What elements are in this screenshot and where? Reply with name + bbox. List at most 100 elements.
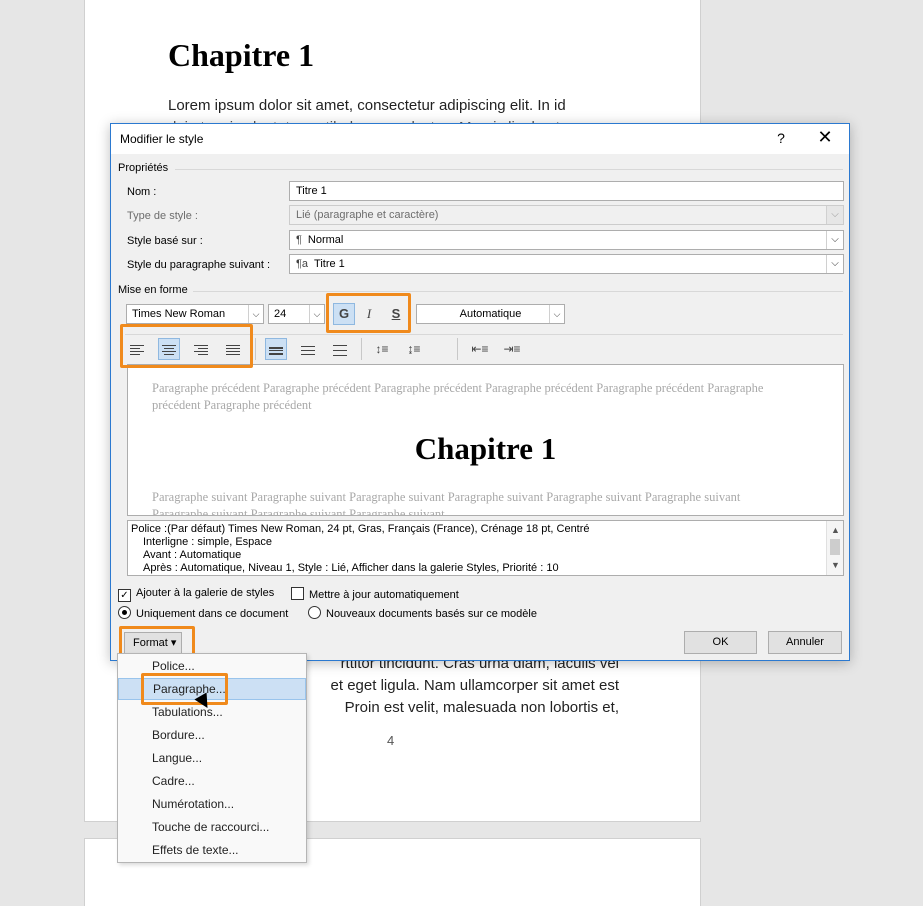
toolbar-separator [457,338,458,360]
format-button[interactable]: Format ▾ [124,632,182,655]
description-line: Interligne : simple, Espace [143,536,273,548]
page-number: 4 [387,733,395,748]
space-after-button[interactable]: ↨≡ [403,338,425,360]
format-section-label: Mise en forme [118,284,188,296]
justify-button[interactable] [222,338,244,360]
paragraph-mark-icon: ¶ [296,234,302,246]
menu-item-effets-texte[interactable]: Effets de texte... [118,839,306,861]
font-color-select[interactable]: Automatique ⌵ [416,304,565,324]
chevron-down-icon[interactable]: ⌵ [826,231,843,249]
format-menu: Police... Paragraphe... Tabulations... B… [117,653,307,863]
justify-icon [226,344,240,356]
chevron-down-icon[interactable]: ⌵ [549,305,564,323]
toolbar-separator [255,338,256,360]
single-spacing-button[interactable] [265,338,287,360]
add-to-gallery-checkbox[interactable]: ✓ Ajouter à la galerie de styles [118,587,274,602]
dialog-titlebar[interactable]: Modifier le style ? ✕ [111,124,849,154]
toolbar-separator [361,338,362,360]
chevron-down-icon[interactable]: ⌵ [309,305,324,323]
new-documents-label: Nouveaux documents basés sur ce modèle [326,608,537,620]
chevron-down-icon[interactable]: ⌵ [826,255,843,273]
document-heading: Chapitre 1 [168,37,315,73]
chevron-down-icon: ⌵ [826,206,843,224]
increase-spacing-icon: ↕≡ [375,342,389,356]
cancel-button[interactable]: Annuler [768,631,842,654]
increase-indent-button[interactable]: ⇥≡ [501,338,523,360]
next-style-label: Style du paragraphe suivant : [127,259,271,271]
new-documents-radio[interactable]: Nouveaux documents basés sur ce modèle [308,606,537,620]
only-document-radio[interactable]: Uniquement dans ce document [118,606,288,620]
align-right-icon [194,344,208,356]
properties-section-label: Propriétés [118,162,169,174]
description-line: Avant : Automatique [143,549,242,561]
align-left-button[interactable] [126,338,148,360]
menu-item-numerotation[interactable]: Numérotation... [118,793,306,815]
next-style-value: Titre 1 [314,258,345,270]
checkmark-icon: ✓ [118,589,131,602]
scroll-down-icon[interactable]: ▼ [827,559,843,572]
radio-selected-icon [118,606,131,619]
align-center-button[interactable] [158,338,180,360]
menu-item-paragraphe[interactable]: Paragraphe... [118,678,306,700]
section-divider [175,169,843,170]
description-scrollbar[interactable]: ▲ ▼ [826,521,843,575]
style-type-value: Lié (paragraphe et caractère) [296,209,439,221]
font-color-value: Automatique [459,308,522,320]
modify-style-dialog: Modifier le style ? ✕ Propriétés Nom : T… [110,123,850,662]
description-line: Après : Automatique, Niveau 1, Style : L… [143,562,559,574]
ok-button[interactable]: OK [684,631,757,654]
align-center-icon [162,344,176,356]
preview-next-paragraph: Paragraphe suivant Paragraphe suivant Pa… [152,490,741,516]
document-paragraph-line: Lorem ipsum dolor sit amet, consectetur … [168,97,566,114]
name-field[interactable]: Titre 1 [289,181,844,201]
menu-item-police[interactable]: Police... [118,655,306,677]
italic-button[interactable]: I [358,303,380,325]
based-on-label: Style basé sur : [127,235,203,247]
preview-heading: Chapitre 1 [414,431,557,466]
based-on-value: Normal [307,234,344,246]
menu-item-cadre[interactable]: Cadre... [118,770,306,792]
next-style-select[interactable]: ¶a Titre 1 ⌵ [289,254,844,274]
name-label: Nom : [127,186,157,198]
section-divider [193,291,843,292]
single-spacing-icon [269,344,283,356]
decrease-spacing-icon: ↨≡ [407,342,421,356]
radio-icon [308,606,321,619]
font-size-select[interactable]: 24 ⌵ [268,304,325,324]
style-preview: Paragraphe précédent Paragraphe précéden… [127,364,844,516]
linked-style-icon: ¶a [296,258,309,270]
based-on-select[interactable]: ¶ Normal ⌵ [289,230,844,250]
double-spacing-icon [333,344,347,356]
description-line: Police :(Par défaut) Times New Roman, 24… [131,523,590,535]
only-document-label: Uniquement dans ce document [136,608,289,620]
add-to-gallery-label: Ajouter à la galerie de styles [136,587,275,599]
menu-item-bordure[interactable]: Bordure... [118,724,306,746]
style-type-label: Type de style : [127,210,198,222]
space-before-button[interactable]: ↕≡ [371,338,393,360]
bold-button[interactable]: G [333,303,355,325]
one-half-spacing-icon [301,344,315,356]
underline-button[interactable]: S [385,303,407,325]
align-left-icon [130,344,144,356]
help-button[interactable]: ? [769,130,793,150]
menu-item-langue[interactable]: Langue... [118,747,306,769]
dialog-title: Modifier le style [120,132,204,146]
scroll-thumb[interactable] [830,539,840,555]
menu-item-raccourci[interactable]: Touche de raccourci... [118,816,306,838]
font-name-select[interactable]: Times New Roman ⌵ [126,304,264,324]
close-button[interactable]: ✕ [813,127,837,151]
document-paragraph-line: Proin est velit, malesuada non lobortis … [344,699,619,716]
align-right-button[interactable] [190,338,212,360]
document-paragraph-line: et eget ligula. Nam ullamcorper sit amet… [330,677,619,694]
section-divider [125,334,843,335]
double-spacing-button[interactable] [329,338,351,360]
font-name-value: Times New Roman [132,308,226,320]
chevron-down-icon[interactable]: ⌵ [248,305,263,323]
auto-update-label: Mettre à jour automatiquement [309,589,459,601]
decrease-indent-button[interactable]: ⇤≡ [469,338,491,360]
one-half-spacing-button[interactable] [297,338,319,360]
style-description: Police :(Par défaut) Times New Roman, 24… [127,520,844,576]
font-size-value: 24 [274,308,287,320]
auto-update-checkbox[interactable]: Mettre à jour automatiquement [291,587,459,601]
scroll-up-icon[interactable]: ▲ [827,524,843,537]
